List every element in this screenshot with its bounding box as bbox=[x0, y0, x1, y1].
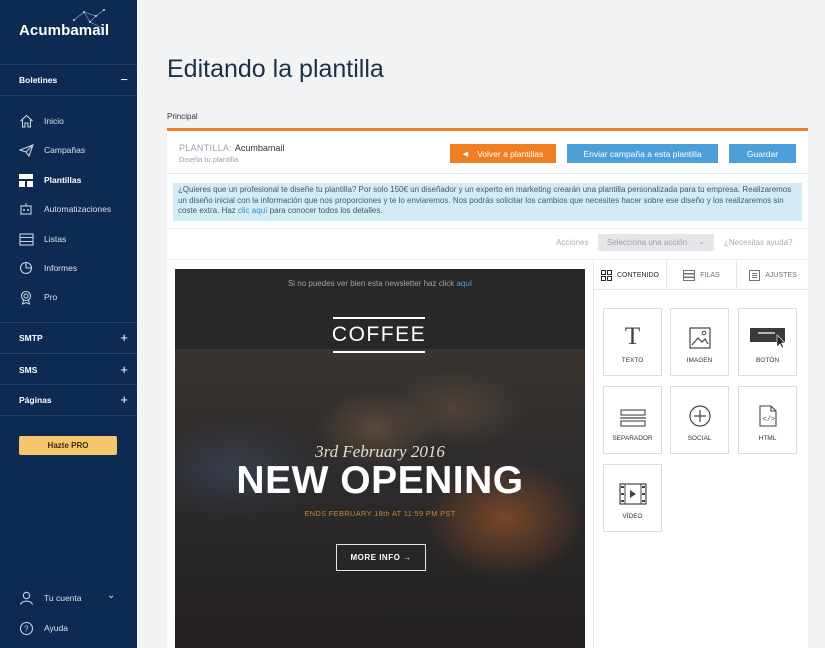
robot-icon bbox=[0, 202, 44, 216]
sidebar: Acumbamail Boletines − Inicio Campañas P… bbox=[0, 0, 137, 648]
sidebar-item-automatizaciones[interactable]: Automatizaciones bbox=[0, 195, 137, 223]
preview-top-text: Si no puedes ver bien esta newsletter ha… bbox=[287, 279, 473, 288]
film-icon bbox=[618, 483, 647, 505]
block-separador[interactable]: SEPARADOR bbox=[603, 386, 662, 454]
block-html[interactable]: </> HTML bbox=[738, 386, 797, 454]
more-info-button[interactable]: MORE INFO → bbox=[336, 544, 426, 571]
block-social[interactable]: SOCIAL bbox=[670, 386, 729, 454]
sidebar-item-listas[interactable]: Listas bbox=[0, 225, 137, 253]
chevron-down-icon: ⌄ bbox=[698, 237, 705, 246]
arrow-left-icon: ◀ bbox=[462, 150, 469, 158]
logo-network-icon bbox=[73, 9, 105, 29]
settings-icon bbox=[749, 269, 761, 281]
badge-icon bbox=[0, 290, 44, 305]
tab-ajustes[interactable]: AJUSTES bbox=[737, 260, 809, 290]
tab-principal[interactable]: Principal bbox=[167, 112, 198, 121]
image-icon bbox=[688, 327, 711, 349]
tab-filas[interactable]: FILAS bbox=[667, 260, 737, 290]
block-texto[interactable]: T TEXTO bbox=[603, 308, 662, 376]
grid-icon bbox=[601, 269, 612, 281]
tab-contenido[interactable]: CONTENIDO bbox=[594, 260, 667, 290]
separator-icon bbox=[619, 409, 646, 427]
template-subtitle: Diseña tu plantilla bbox=[179, 155, 239, 164]
panel-tabs: CONTENIDO FILAS AJUSTES bbox=[594, 260, 809, 290]
block-boton[interactable]: BOTÓN bbox=[738, 308, 797, 376]
save-button[interactable]: Guardar bbox=[729, 144, 796, 163]
expand-icon[interactable]: + bbox=[120, 363, 128, 376]
sidebar-section-sms[interactable]: SMS + bbox=[19, 363, 128, 376]
template-label: PLANTILLA: Acumbamail bbox=[179, 143, 285, 153]
sidebar-item-plantillas[interactable]: Plantillas bbox=[0, 166, 137, 194]
hazte-pro-button[interactable]: Hazte PRO bbox=[19, 436, 117, 455]
help-link[interactable]: ¿Necesitas ayuda? bbox=[724, 238, 792, 247]
content-panel: CONTENIDO FILAS AJUSTES T TEXTO IMAGEN B… bbox=[593, 260, 809, 648]
help-icon: ? bbox=[0, 621, 44, 636]
paper-plane-icon bbox=[0, 143, 44, 157]
sidebar-item-ayuda[interactable]: ? Ayuda bbox=[0, 614, 137, 642]
collapse-icon[interactable]: − bbox=[120, 73, 128, 86]
sidebar-section-smtp[interactable]: SMTP + bbox=[19, 331, 128, 344]
sidebar-section-paginas[interactable]: Páginas + bbox=[19, 393, 128, 406]
sidebar-item-inicio[interactable]: Inicio bbox=[0, 107, 137, 135]
sidebar-item-informes[interactable]: Informes bbox=[0, 254, 137, 282]
back-to-templates-button[interactable]: ◀ Volver a plantillas bbox=[450, 144, 556, 163]
page-title: Editando la plantilla bbox=[167, 55, 384, 83]
coffee-logo: COFFEE bbox=[332, 317, 425, 353]
svg-text:</>: </> bbox=[762, 416, 775, 424]
grid-icon bbox=[0, 173, 44, 187]
expand-icon[interactable]: + bbox=[120, 331, 128, 344]
sidebar-section-boletines[interactable]: Boletines − bbox=[19, 73, 128, 86]
text-icon: T bbox=[624, 323, 641, 350]
preview-link[interactable]: aquí bbox=[456, 279, 472, 288]
code-file-icon: </> bbox=[758, 405, 777, 427]
preview-headline: NEW OPENING bbox=[236, 459, 524, 502]
button-icon bbox=[749, 328, 786, 349]
preview-ends-text: ENDS FEBRUARY 18th AT 11:59 PM PST bbox=[304, 509, 456, 518]
sidebar-item-account[interactable]: Tu cuenta ⌄ bbox=[0, 584, 137, 612]
template-editor: PLANTILLA: Acumbamail Diseña tu plantill… bbox=[167, 131, 809, 648]
rows-icon bbox=[683, 269, 696, 281]
block-imagen[interactable]: IMAGEN bbox=[670, 308, 729, 376]
sidebar-item-campanas[interactable]: Campañas bbox=[0, 136, 137, 164]
actions-label: Acciones bbox=[556, 238, 589, 247]
social-plus-icon bbox=[688, 405, 711, 427]
home-icon bbox=[0, 114, 44, 128]
pie-chart-icon bbox=[0, 261, 44, 275]
template-name: Acumbamail bbox=[234, 143, 285, 153]
send-campaign-button[interactable]: Enviar campaña a esta plantilla bbox=[567, 144, 718, 163]
actions-select[interactable]: Selecciona una acción ⌄ bbox=[598, 234, 714, 251]
svg-text:?: ? bbox=[24, 624, 29, 633]
user-icon bbox=[0, 591, 44, 605]
chevron-down-icon: ⌄ bbox=[107, 590, 116, 601]
info-banner: ¿Quieres que un profesional te diseñe tu… bbox=[173, 183, 802, 221]
expand-icon[interactable]: + bbox=[120, 393, 128, 406]
block-video[interactable]: VÍDEO bbox=[603, 464, 662, 532]
newsletter-preview[interactable]: Si no puedes ver bien esta newsletter ha… bbox=[175, 269, 585, 648]
list-icon bbox=[0, 232, 44, 246]
sidebar-item-pro[interactable]: Pro bbox=[0, 283, 137, 311]
info-link[interactable]: clic aquí bbox=[238, 206, 267, 215]
